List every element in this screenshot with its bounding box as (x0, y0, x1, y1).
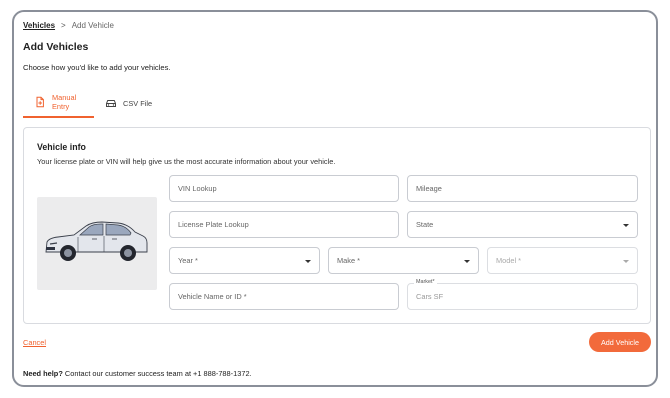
make-select[interactable]: Make * (328, 247, 479, 274)
vehicle-name-field[interactable]: Vehicle Name or ID * (169, 283, 399, 310)
vin-lookup-placeholder: VIN Lookup (178, 184, 217, 193)
mileage-placeholder: Mileage (416, 184, 442, 193)
help-strong: Need help? (23, 369, 63, 378)
market-value: Cars SF (416, 292, 444, 301)
entry-method-tabs: Manual Entry CSV File (23, 88, 163, 118)
vehicle-info-subtitle: Your license plate or VIN will help give… (37, 157, 336, 166)
state-select[interactable]: State (407, 211, 638, 238)
market-field: Market* Cars SF (407, 279, 638, 310)
vehicle-info-card: Vehicle info Your license plate or VIN w… (23, 127, 651, 324)
breadcrumb-separator: > (61, 21, 66, 30)
sedan-car-illustration (45, 221, 148, 261)
vehicle-name-placeholder: Vehicle Name or ID * (178, 292, 247, 301)
year-select[interactable]: Year * (169, 247, 320, 274)
market-label: Market* (414, 279, 437, 285)
license-plate-lookup-field[interactable]: License Plate Lookup (169, 211, 399, 238)
chevron-down-icon (305, 260, 311, 263)
chevron-down-icon (464, 260, 470, 263)
page-subtitle: Choose how you'd like to add your vehicl… (23, 63, 171, 72)
make-placeholder: Make * (337, 256, 361, 265)
breadcrumb-current: Add Vehicle (71, 21, 114, 30)
state-placeholder: State (416, 220, 434, 229)
chevron-down-icon (623, 224, 629, 227)
vehicle-info-title: Vehicle info (37, 142, 86, 152)
mileage-field[interactable]: Mileage (407, 175, 638, 202)
help-text: Need help? Contact our customer success … (23, 369, 252, 378)
breadcrumb: Vehicles > Add Vehicle (23, 21, 114, 30)
chevron-down-icon (623, 260, 629, 263)
page-title: Add Vehicles (23, 41, 89, 53)
cancel-link[interactable]: Cancel (23, 338, 46, 347)
tab-manual-entry-label: Manual Entry (52, 93, 77, 111)
breadcrumb-vehicles-link[interactable]: Vehicles (23, 21, 55, 30)
tab-manual-entry[interactable]: Manual Entry (23, 88, 94, 118)
add-vehicle-window: Vehicles > Add Vehicle Add Vehicles Choo… (12, 10, 658, 387)
help-contact: Contact our customer success team at +1 … (62, 369, 252, 378)
vin-lookup-field[interactable]: VIN Lookup (169, 175, 399, 202)
tab-csv-file-label: CSV File (123, 98, 153, 108)
tab-csv-file[interactable]: CSV File (94, 88, 163, 118)
model-placeholder: Model * (496, 256, 522, 265)
license-plate-placeholder: License Plate Lookup (178, 220, 249, 229)
year-placeholder: Year * (178, 256, 198, 265)
add-vehicle-button[interactable]: Add Vehicle (589, 332, 651, 352)
car-icon (105, 97, 117, 109)
model-select: Model * (487, 247, 638, 274)
vehicle-image-panel (37, 197, 157, 290)
document-plus-icon (34, 96, 46, 108)
